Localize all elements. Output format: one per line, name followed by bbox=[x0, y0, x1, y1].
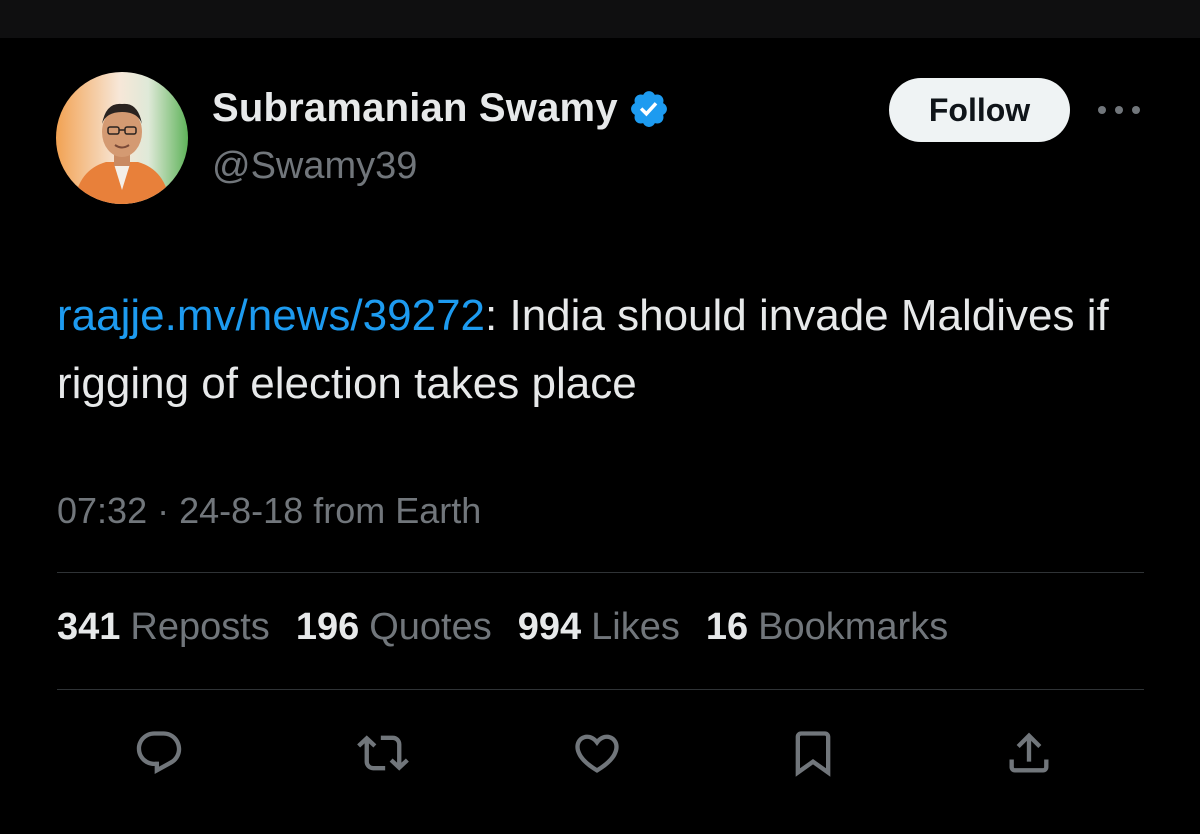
reply-icon bbox=[136, 731, 182, 775]
meta-separator: · bbox=[157, 490, 170, 531]
quotes-stat[interactable]: 196 Quotes bbox=[296, 606, 492, 649]
more-dot bbox=[1115, 106, 1123, 114]
tweet-link[interactable]: raajje.mv/news/39272 bbox=[57, 291, 485, 340]
bookmark-icon bbox=[795, 731, 831, 777]
likes-label: Likes bbox=[591, 606, 680, 648]
quotes-count: 196 bbox=[295, 606, 360, 648]
tweet-meta: 07:32 · 24-8-18 from Earth bbox=[57, 490, 481, 532]
bookmarks-count: 16 bbox=[705, 606, 749, 648]
avatar[interactable] bbox=[56, 72, 188, 204]
tweet-stats: 341 Reposts 196 Quotes 994 Likes 16 Bookmark… bbox=[57, 606, 974, 649]
more-icon[interactable] bbox=[1098, 96, 1140, 124]
share-button[interactable] bbox=[1002, 726, 1056, 780]
repost-button[interactable] bbox=[356, 726, 410, 780]
follow-button[interactable]: Follow bbox=[889, 78, 1070, 142]
more-dot bbox=[1132, 106, 1140, 114]
share-icon bbox=[1009, 732, 1049, 773]
author-name-row: Subramanian Swamy bbox=[212, 86, 670, 131]
reposts-count: 341 bbox=[57, 606, 121, 648]
bookmarks-label: Bookmarks bbox=[758, 606, 949, 648]
divider bbox=[57, 689, 1144, 690]
bookmarks-stat[interactable]: 16 Bookmarks bbox=[706, 606, 948, 649]
avatar-portrait-image bbox=[74, 103, 170, 204]
quotes-label: Quotes bbox=[369, 606, 492, 648]
reposts-stat[interactable]: 341 Reposts bbox=[57, 606, 270, 649]
bookmark-button[interactable] bbox=[786, 726, 840, 780]
tweet-date-source: 24-8-18 from Earth bbox=[179, 490, 482, 531]
likes-stat[interactable]: 994 Likes bbox=[518, 606, 680, 649]
like-icon bbox=[575, 734, 619, 773]
top-bar bbox=[0, 0, 1200, 38]
reply-button[interactable] bbox=[132, 726, 186, 780]
tweet-time[interactable]: 07:32 bbox=[57, 490, 147, 531]
tweet-text: raajje.mv/news/39272: India should invad… bbox=[57, 282, 1157, 418]
divider bbox=[57, 572, 1144, 573]
more-dot bbox=[1098, 106, 1106, 114]
author-name[interactable]: Subramanian Swamy bbox=[212, 86, 618, 131]
author-handle[interactable]: @Swamy39 bbox=[212, 145, 417, 188]
verified-badge-icon bbox=[630, 90, 667, 127]
like-button[interactable] bbox=[570, 726, 624, 780]
likes-count: 994 bbox=[517, 606, 582, 648]
repost-icon bbox=[357, 735, 409, 771]
reposts-label: Reposts bbox=[130, 606, 270, 648]
